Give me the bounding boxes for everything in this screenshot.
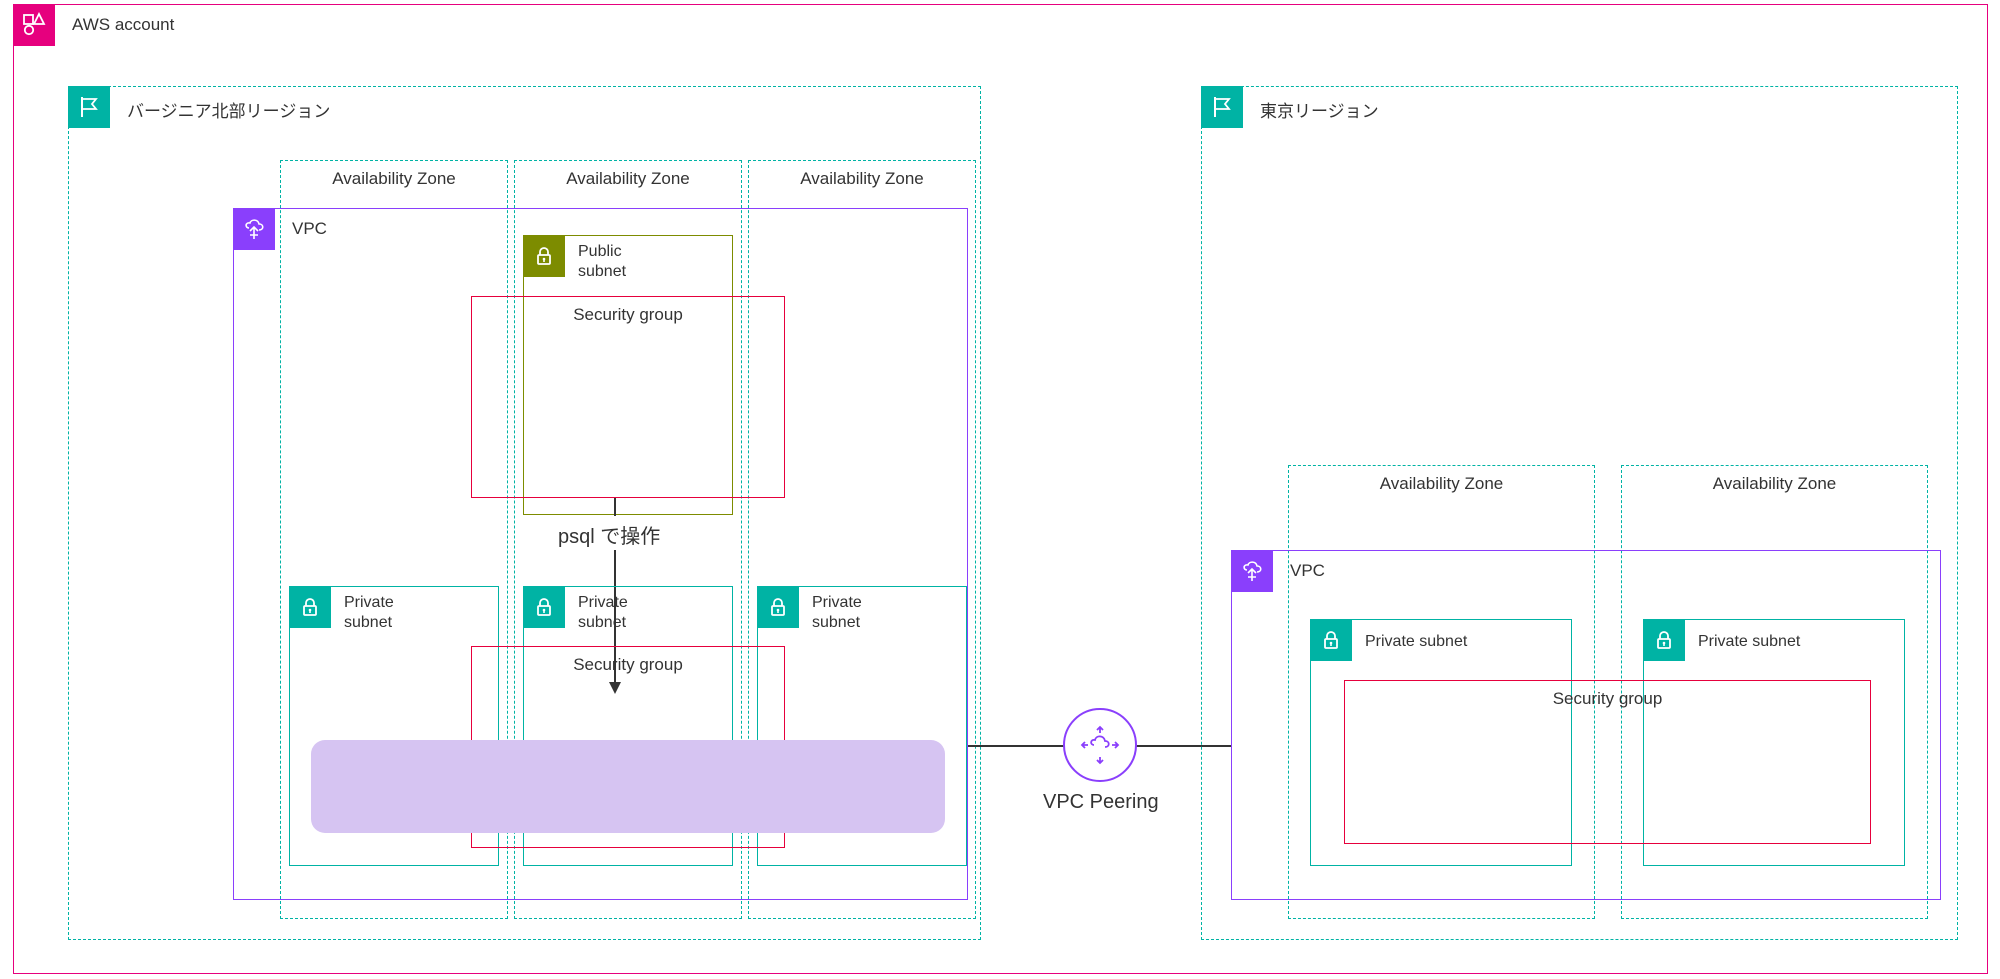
- vpc-peering-label: VPC Peering: [1043, 791, 1159, 814]
- vpc-label: VPC: [1290, 561, 1325, 581]
- sg-label: Security group: [472, 305, 784, 325]
- lock-icon: [523, 586, 565, 628]
- lock-icon: [1643, 619, 1685, 661]
- private-subnet-label: Private subnet: [344, 593, 394, 633]
- cluster-placeholder: [311, 740, 945, 833]
- sg-label: Security group: [472, 655, 784, 675]
- vpc-label: VPC: [292, 219, 327, 239]
- az-label: Availability Zone: [749, 169, 975, 189]
- public-subnet-label: Public subnet: [578, 242, 626, 282]
- az-label: Availability Zone: [1289, 474, 1594, 494]
- az-label: Availability Zone: [515, 169, 741, 189]
- lock-icon: [1310, 619, 1352, 661]
- private-subnet-label: Private subnet: [812, 593, 862, 633]
- region-left-label: バージニア北部リージョン: [127, 97, 330, 122]
- lock-icon: [289, 586, 331, 628]
- lock-icon: [523, 235, 565, 277]
- private-subnet-label: Private subnet: [1698, 632, 1800, 652]
- peer-line-left: [968, 745, 1064, 747]
- region-icon: [68, 86, 110, 128]
- private-subnet-label: Private subnet: [1365, 632, 1467, 652]
- security-group-right: Security group: [1344, 680, 1871, 844]
- region-right-label: 東京リージョン: [1260, 97, 1379, 122]
- vpc-icon: [233, 208, 275, 250]
- aws-account-icon: [13, 4, 55, 46]
- az-label: Availability Zone: [1622, 474, 1927, 494]
- vpc-peering-icon: [1063, 708, 1137, 782]
- lock-icon: [757, 586, 799, 628]
- az-label: Availability Zone: [281, 169, 507, 189]
- aws-account-label: AWS account: [72, 15, 174, 35]
- region-icon: [1201, 86, 1243, 128]
- sg-label: Security group: [1345, 689, 1870, 709]
- vpc-icon: [1231, 550, 1273, 592]
- security-group-top: Security group: [471, 296, 785, 498]
- psql-label: psql で操作: [558, 520, 660, 549]
- private-subnet-label: Private subnet: [578, 593, 628, 633]
